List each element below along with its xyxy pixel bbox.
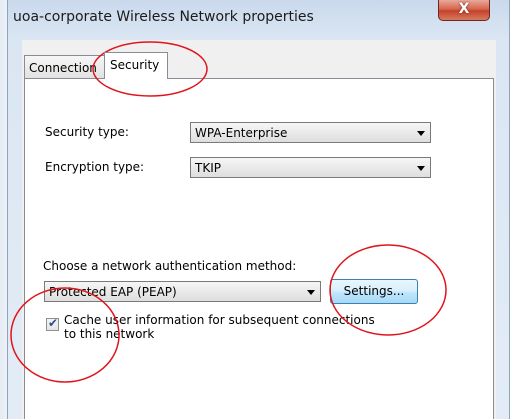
close-icon: X (458, 1, 470, 17)
close-button[interactable]: X (438, 0, 490, 21)
auth-method-value: Protected EAP (PEAP) (49, 285, 177, 299)
security-type-select[interactable]: WPA-Enterprise (190, 122, 431, 143)
checkmark-icon: ✔ (48, 316, 59, 330)
cache-user-info-label-line2: to this network (64, 327, 155, 341)
auth-method-select[interactable]: Protected EAP (PEAP) (44, 281, 321, 302)
encryption-type-value: TKIP (195, 161, 221, 175)
title-bar: uoa-corporate Wireless Network propertie… (8, 0, 509, 38)
dialog-client-area: Connection Security Security type: WPA-E… (22, 40, 496, 419)
window-title: uoa-corporate Wireless Network propertie… (13, 9, 314, 25)
auth-method-label: Choose a network authentication method: (43, 259, 297, 273)
cache-user-info-checkbox[interactable]: ✔ (46, 316, 59, 331)
properties-dialog: uoa-corporate Wireless Network propertie… (7, 0, 510, 419)
settings-button[interactable]: Settings... (330, 279, 418, 304)
tab-security[interactable]: Security (104, 52, 168, 79)
security-type-value: WPA-Enterprise (195, 126, 288, 140)
encryption-type-select[interactable]: TKIP (190, 157, 431, 178)
chevron-down-icon (307, 290, 315, 295)
security-tab-panel: Security type: WPA-Enterprise Encryption… (24, 78, 494, 419)
encryption-type-label: Encryption type: (45, 160, 145, 174)
chevron-down-icon (417, 166, 425, 171)
tab-connection[interactable]: Connection (24, 55, 106, 78)
security-type-label: Security type: (45, 125, 129, 139)
chevron-down-icon (417, 131, 425, 136)
cache-user-info-label-line1: Cache user information for subsequent co… (64, 313, 375, 327)
